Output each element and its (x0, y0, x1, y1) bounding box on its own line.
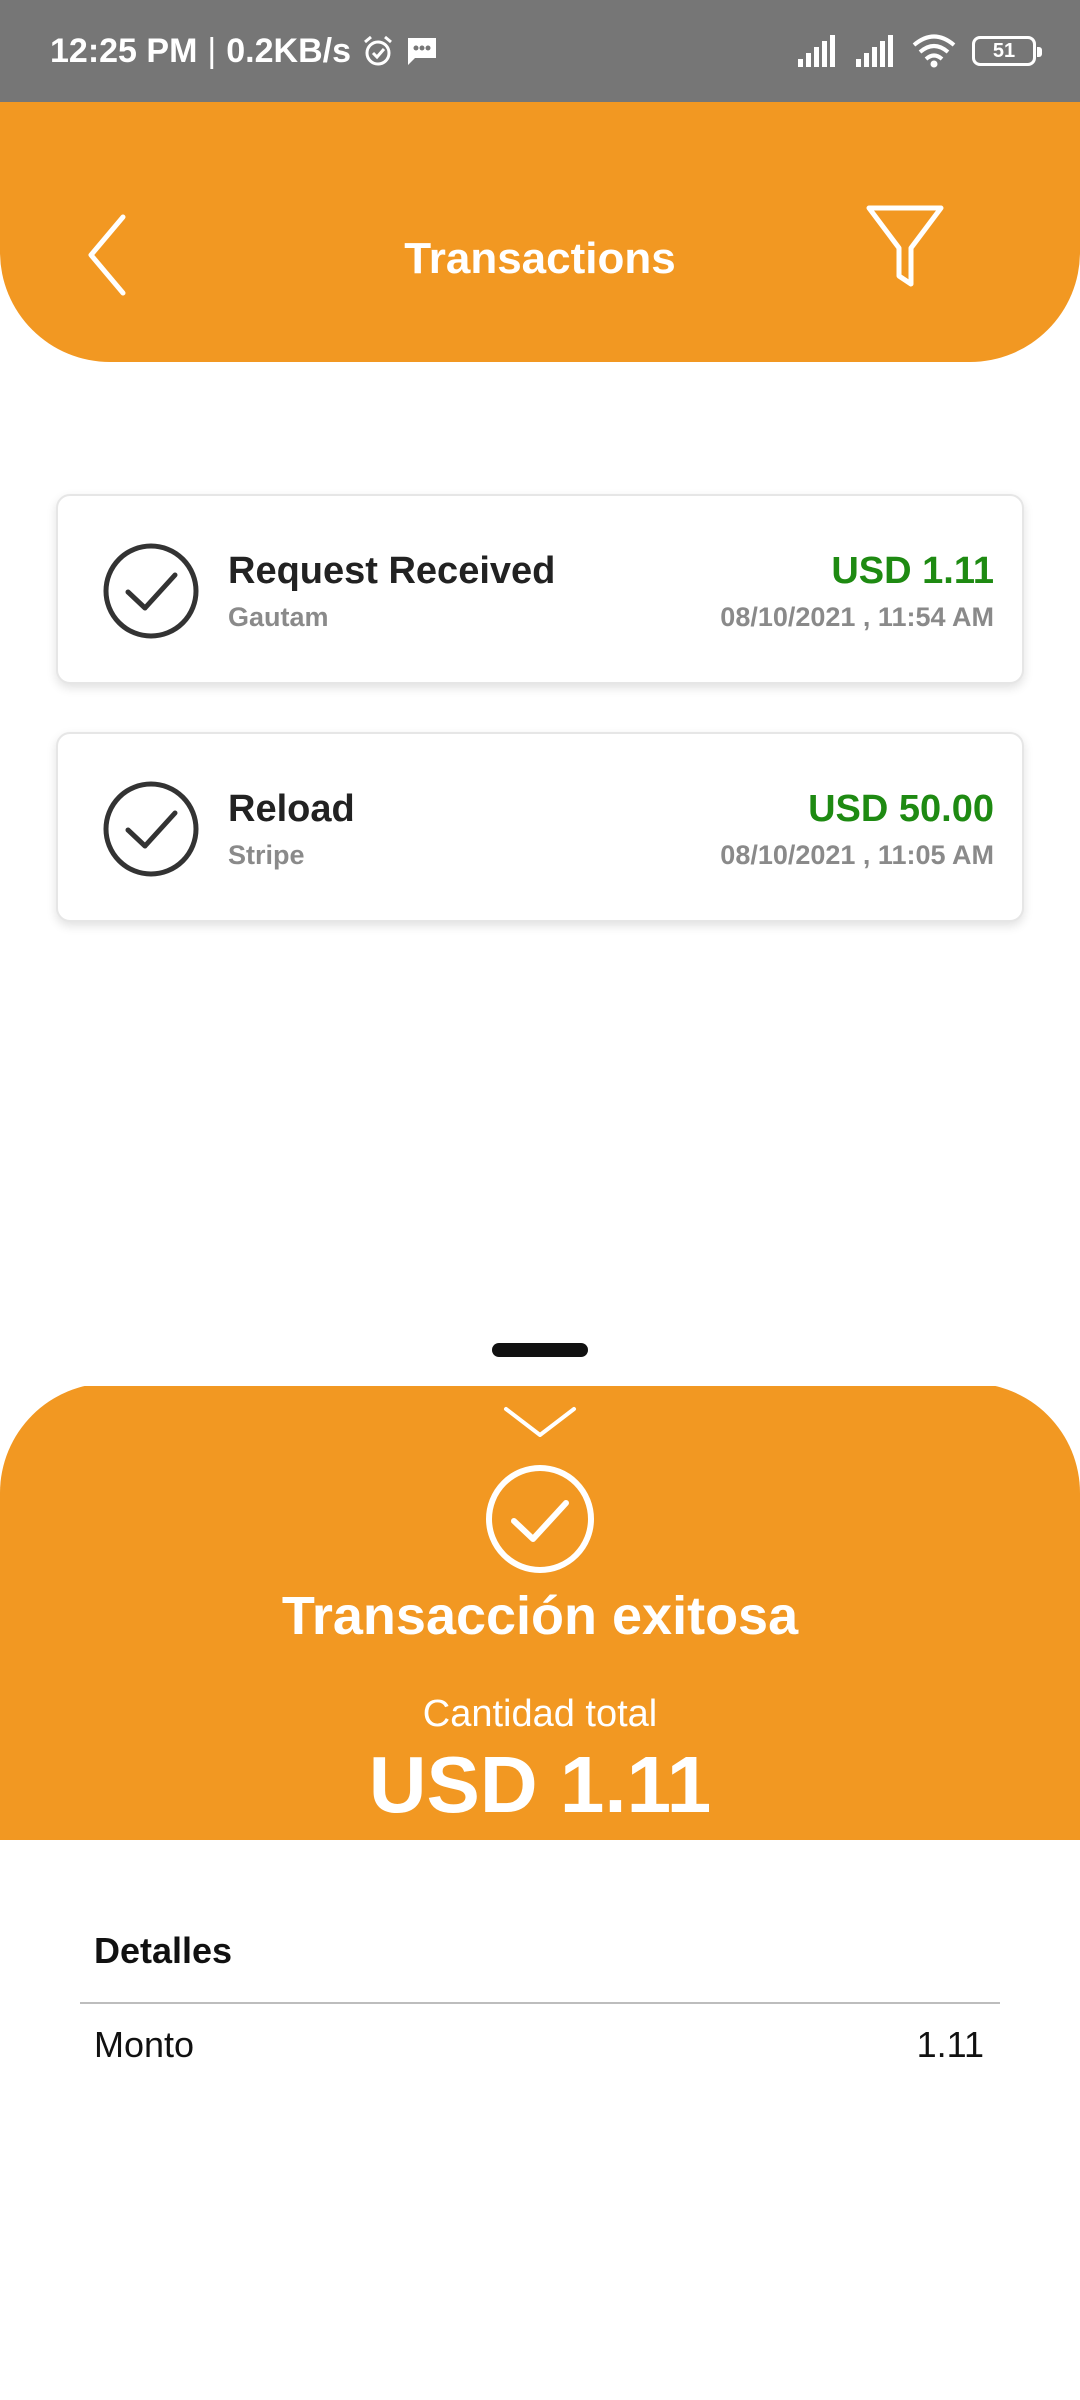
status-separator: | (207, 31, 217, 70)
signal-icon (854, 35, 896, 67)
transaction-status-title: Transacción exitosa (281, 1586, 799, 1646)
transaction-subtitle: Stripe (228, 840, 305, 870)
details-title: Detalles (94, 1930, 233, 1971)
transaction-card[interactable]: Request Received Gautam USD 1.11 08/10/2… (56, 494, 1024, 684)
check-circle-icon (484, 1463, 596, 1575)
filter-icon (865, 204, 945, 295)
transaction-title: Reload (228, 788, 355, 830)
total-amount-value: USD 1.11 (368, 1740, 712, 1829)
status-time: 12:25 PM (50, 31, 198, 70)
transaction-subtitle: Gautam (228, 602, 329, 632)
transaction-card[interactable]: Reload Stripe USD 50.00 08/10/2021 , 11:… (56, 732, 1024, 922)
details-section: Detalles Monto 1.11 (80, 1930, 1000, 2066)
chevron-down-icon[interactable] (500, 1403, 580, 1443)
check-circle-icon (102, 542, 200, 640)
transaction-datetime: 08/10/2021 , 11:05 AM (720, 840, 994, 870)
battery-icon: 51 (972, 36, 1042, 66)
status-network-speed: 0.2KB/s (226, 31, 351, 70)
status-bar-left: 12:25 PM | 0.2KB/s (50, 0, 439, 102)
transaction-amount: USD 50.00 (808, 788, 994, 830)
transaction-datetime: 08/10/2021 , 11:54 AM (720, 602, 994, 632)
status-bar-right: 51 (796, 0, 1042, 102)
detail-row: Monto 1.11 (80, 2004, 1000, 2066)
message-icon (405, 35, 439, 67)
alarm-icon (361, 34, 395, 68)
sheet-drag-handle[interactable] (492, 1343, 588, 1357)
check-circle-icon (102, 780, 200, 878)
transaction-title: Request Received (228, 550, 556, 592)
transaction-list: Request Received Gautam USD 1.11 08/10/2… (56, 494, 1024, 970)
filter-button[interactable] (860, 204, 950, 294)
detail-value: 1.11 (916, 2024, 984, 2065)
detail-label: Monto (94, 2024, 195, 2065)
sheet-top-edge (56, 1383, 1026, 1386)
wifi-icon (912, 34, 956, 68)
status-bar: 12:25 PM | 0.2KB/s 51 (0, 0, 1080, 102)
signal-icon (796, 35, 838, 67)
battery-level: 51 (992, 39, 1016, 62)
header-bar: Transactions (0, 102, 1080, 362)
transaction-amount: USD 1.11 (831, 550, 994, 592)
total-amount-label: Cantidad total (422, 1693, 658, 1735)
transaction-detail-sheet: Transacción exitosa Cantidad total USD 1… (0, 1383, 1080, 1840)
